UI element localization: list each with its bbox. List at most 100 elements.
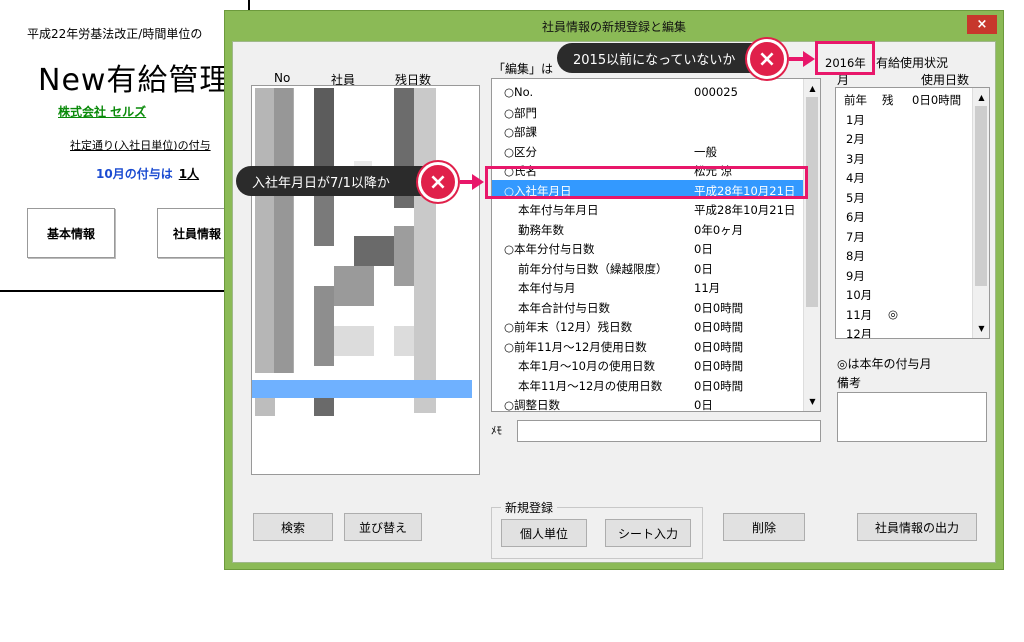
memo-input[interactable] xyxy=(517,420,821,442)
edit-row-label: 本年付与年月日 xyxy=(518,203,599,217)
edit-row-label: 勤務年数 xyxy=(518,222,564,237)
mosaic-block xyxy=(274,88,294,373)
edit-list-scrollbar[interactable]: ▲ ▼ xyxy=(803,79,820,411)
mosaic-block xyxy=(314,88,334,168)
basic-info-button[interactable]: 基本情報 xyxy=(27,208,115,258)
usage-month: 9月 xyxy=(846,268,865,283)
edit-row-value: 0日0時間 xyxy=(694,339,744,354)
edit-row-value: 0年0ヶ月 xyxy=(694,222,744,237)
usage-list[interactable]: 前年 残 0日0時間 1月 2月 3月 4月 5月 6月 7月 8月 9月 10月 11月 ◎ 12月 ▲ ▼ xyxy=(835,87,990,339)
edit-row-value: 平成28年10月21日 xyxy=(694,203,796,217)
usage-month: 3月 xyxy=(846,151,865,166)
usage-month: 11月 xyxy=(846,307,873,322)
edit-row-value: 000025 xyxy=(694,85,738,99)
edit-row-value: 0日 xyxy=(694,398,713,412)
dialog-title: 社員情報の新規登録と編集 xyxy=(541,19,686,34)
usage-month: 12月 xyxy=(846,327,873,339)
edit-row[interactable]: 本年合計付与日数 0日0時間 xyxy=(492,297,804,316)
scroll-down-icon[interactable]: ▼ xyxy=(805,394,820,409)
usage-title: 有給使用状況 xyxy=(876,56,949,70)
usage-month: 4月 xyxy=(846,171,865,185)
delete-button[interactable]: 削除 xyxy=(723,513,805,541)
mosaic-block xyxy=(314,398,334,416)
remarks-input[interactable] xyxy=(837,392,987,442)
edit-row[interactable]: 本年1月～10月の使用日数 0日0時間 xyxy=(492,355,804,374)
header-no: No xyxy=(274,71,291,85)
edit-row-label: 本年1月～10月の使用日数 xyxy=(518,359,655,373)
sheet-input-button[interactable]: シート入力 xyxy=(605,519,691,547)
year-highlight-box xyxy=(815,41,875,75)
memo-label: ﾒﾓ xyxy=(491,424,502,437)
edit-row[interactable]: ○調整日数 0日 xyxy=(492,394,804,412)
edit-row[interactable]: 本年付与月 11月 xyxy=(492,277,804,296)
mosaic-block xyxy=(255,398,275,416)
dialog-client: No 社員 残日数 「編集」は ○No. 000025 ○部門 ○部課 ○区分 一般 ○氏名… xyxy=(232,41,996,563)
edit-row-label: ○No. xyxy=(504,85,534,99)
edit-row[interactable]: ○前年末（12月）残日数 0日0時間 xyxy=(492,316,804,335)
usage-month: 前年 xyxy=(844,93,867,107)
edit-row[interactable]: ○本年分付与日数 0日 xyxy=(492,238,804,257)
edit-row-label: ○部門 xyxy=(504,105,538,120)
edit-header: 「編集」は xyxy=(493,62,554,76)
x-mark-icon: × xyxy=(418,162,458,202)
mosaic-block xyxy=(334,326,374,356)
close-button[interactable]: × xyxy=(967,15,997,34)
scroll-thumb[interactable] xyxy=(806,97,818,307)
edit-row[interactable]: 前年分付与日数（繰越限度） 0日 xyxy=(492,258,804,277)
grant-month-note: ◎は本年の付与月 xyxy=(837,357,932,371)
remarks-label: 備考 xyxy=(837,376,862,390)
scroll-down-icon[interactable]: ▼ xyxy=(974,321,989,336)
export-button[interactable]: 社員情報の出力 xyxy=(857,513,977,541)
new-registration-label: 新規登録 xyxy=(501,499,558,516)
edit-row[interactable]: ○部門 xyxy=(492,102,804,121)
edit-row[interactable]: ○前年11月～12月使用日数 0日0時間 xyxy=(492,336,804,355)
usage-mark: 残 xyxy=(882,93,894,107)
edit-row-label: ○調整日数 xyxy=(504,398,561,412)
hire-date-highlight-box xyxy=(485,166,808,199)
edit-row-value: 0日 xyxy=(694,242,713,256)
edit-row-label: ○前年末（12月）残日数 xyxy=(504,320,633,334)
edit-row-value: 0日0時間 xyxy=(694,359,744,373)
edit-row[interactable]: 本年11月～12月の使用日数 0日0時間 xyxy=(492,375,804,394)
x-mark-icon: × xyxy=(747,39,787,79)
mosaic-block xyxy=(354,236,394,266)
edit-row-value: 0日0時間 xyxy=(694,378,744,393)
usage-month: 8月 xyxy=(846,249,865,263)
sort-button[interactable]: 並び替え xyxy=(344,513,422,541)
usage-month: 6月 xyxy=(846,210,865,224)
edit-row-value: 11月 xyxy=(694,281,721,295)
edit-row[interactable]: 勤務年数 0年0ヶ月 xyxy=(492,219,804,238)
mosaic-block xyxy=(394,226,414,286)
selected-employee-row[interactable] xyxy=(252,380,472,398)
mosaic-block xyxy=(394,326,414,356)
background-sheet: 平成22年労基法改正/時間単位の New有給管理 株式会社 セルズ 社定通り(入… xyxy=(0,0,250,292)
scroll-up-icon[interactable]: ▲ xyxy=(805,81,820,96)
usage-month: 2月 xyxy=(846,132,865,146)
dialog-titlebar[interactable]: 社員情報の新規登録と編集 xyxy=(225,11,1003,41)
edit-field-list[interactable]: ○No. 000025 ○部門 ○部課 ○区分 一般 ○氏名 松元 涼 ○入社年月日 平成28年1… xyxy=(491,78,821,412)
usage-month: 5月 xyxy=(846,190,865,205)
scroll-up-icon[interactable]: ▲ xyxy=(974,90,989,105)
company-link[interactable]: 株式会社 セルズ xyxy=(58,103,146,120)
usage-list-scrollbar[interactable]: ▲ ▼ xyxy=(972,88,989,338)
grant-count-link[interactable]: 1人 xyxy=(179,167,199,181)
usage-header: 使用日数 xyxy=(921,73,970,87)
app-title: New有給管理 xyxy=(38,63,231,98)
edit-row[interactable]: ○No. 000025 xyxy=(492,82,804,101)
search-button[interactable]: 検索 xyxy=(253,513,333,541)
edit-row-label: 本年合計付与日数 xyxy=(518,300,610,315)
edit-row[interactable]: ○区分 一般 xyxy=(492,141,804,160)
edit-row[interactable]: ○部課 xyxy=(492,121,804,140)
year-warning-callout: 2015以前になっていないか xyxy=(557,43,752,73)
edit-row-label: 前年分付与日数（繰越限度） xyxy=(518,261,668,276)
employee-list[interactable] xyxy=(251,85,480,475)
hire-date-warning-callout: 入社年月日が7/1以降か xyxy=(236,166,426,196)
grant-label: 10月の付与は xyxy=(96,167,173,181)
scroll-thumb[interactable] xyxy=(975,106,987,286)
employee-edit-dialog: 社員情報の新規登録と編集 × No 社員 残日数 「編集」は ○No. 0000… xyxy=(224,10,1004,570)
law-note: 平成22年労基法改正/時間単位の xyxy=(27,27,203,41)
edit-row[interactable]: 本年付与年月日 平成28年10月21日 xyxy=(492,199,804,218)
usage-month: 10月 xyxy=(846,288,873,302)
individual-button[interactable]: 個人単位 xyxy=(501,519,587,547)
edit-row-label: ○前年11月～12月使用日数 xyxy=(504,339,647,354)
